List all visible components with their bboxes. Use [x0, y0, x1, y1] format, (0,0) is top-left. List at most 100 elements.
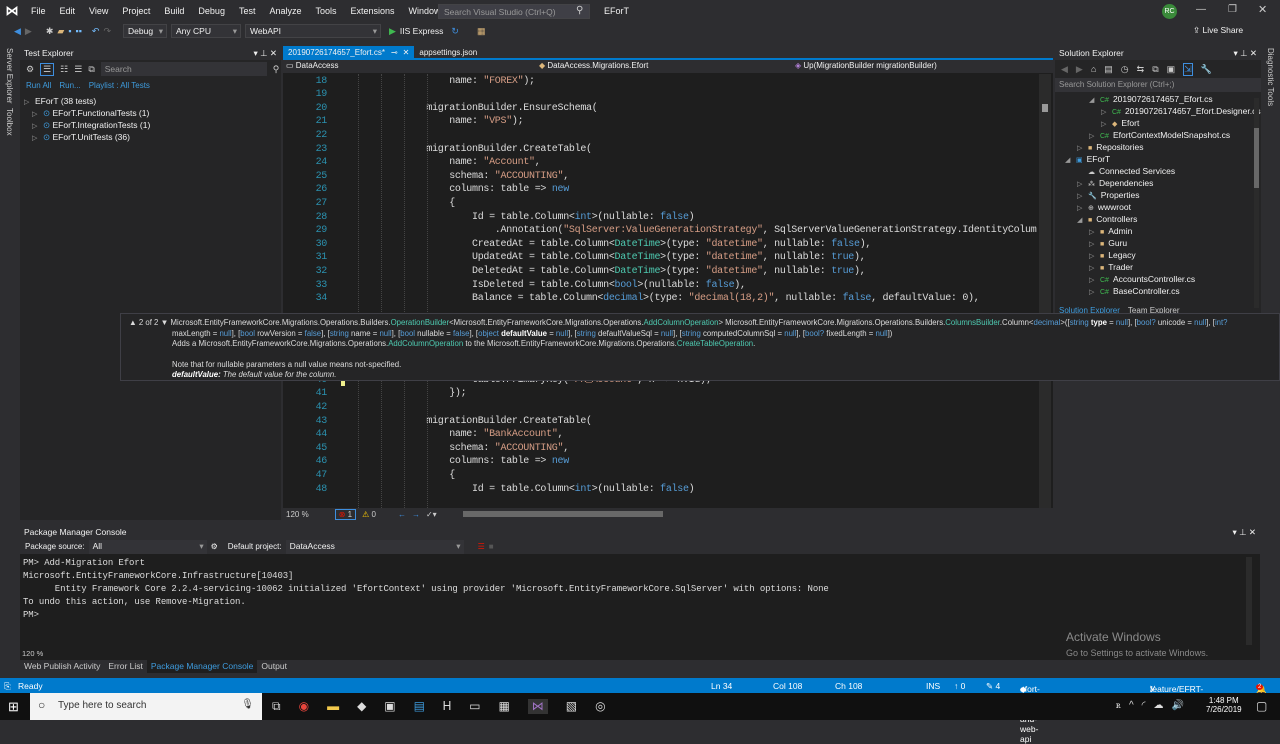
app-icon[interactable]: ▤: [414, 699, 425, 714]
close-button[interactable]: ✕: [1258, 3, 1267, 16]
code-line[interactable]: columns: table => new: [449, 456, 569, 467]
code-cleanup-icon[interactable]: ✓▾: [426, 510, 437, 519]
panel-controls[interactable]: ▾ ⊥ ✕: [253, 48, 277, 58]
startup-project-dropdown[interactable]: WebAPI: [245, 24, 381, 38]
menu-test[interactable]: Test: [232, 6, 263, 16]
toolbar-misc-icon[interactable]: ▦: [477, 26, 486, 37]
expand-arrow-icon[interactable]: ▷: [32, 133, 43, 145]
windows-start-icon[interactable]: ⊞: [8, 699, 19, 715]
task-view-icon[interactable]: ⧉: [272, 699, 281, 714]
solution-tree-item[interactable]: ▷ 🔧 Properties: [1055, 189, 1261, 201]
code-area[interactable]: 17migrationBuilder.EnsureSchema(18name: …: [283, 74, 1039, 508]
run-icon[interactable]: ▶: [389, 26, 396, 37]
stop-icon[interactable]: ■: [489, 542, 494, 551]
search-visual-studio-input[interactable]: Search Visual Studio (Ctrl+Q): [438, 4, 590, 19]
zoom-dropdown[interactable]: 120 %: [286, 510, 309, 519]
tray-chevron-icon[interactable]: ^: [1129, 700, 1134, 711]
tab-output[interactable]: Output: [257, 660, 291, 673]
maximize-button[interactable]: ❐: [1228, 4, 1237, 15]
diagnostic-tools-tab[interactable]: Diagnostic Tools: [1266, 48, 1275, 106]
sync-icon[interactable]: ⇆: [1137, 64, 1145, 75]
solution-tree-item[interactable]: ▷ ■ Admin: [1055, 225, 1261, 237]
onedrive-icon[interactable]: ☁: [1154, 700, 1164, 711]
overload-counter[interactable]: ▲ 2 of 2 ▼: [129, 318, 170, 327]
file-explorer-icon[interactable]: ▬: [327, 699, 339, 714]
back-icon[interactable]: ◀: [1061, 64, 1068, 75]
server-explorer-tab[interactable]: Server Explorer: [5, 48, 14, 104]
code-line[interactable]: });: [449, 388, 466, 399]
app-icon[interactable]: ▣: [384, 699, 395, 714]
test-search-input[interactable]: Search: [100, 62, 267, 76]
solution-tree-item[interactable]: ▷ ◆ Efort: [1055, 117, 1261, 129]
copy-icon[interactable]: ⧉: [88, 64, 94, 75]
close-tab-icon[interactable]: ✕: [403, 48, 410, 57]
code-line[interactable]: schema: "ACCOUNTING",: [449, 171, 569, 182]
code-line[interactable]: name: "BankAccount",: [449, 429, 563, 440]
chrome-icon[interactable]: ◉: [299, 699, 309, 714]
default-project-dropdown[interactable]: DataAccess: [285, 539, 464, 554]
tab-active-file[interactable]: 20190726174657_Efort.cs* ⊸ ✕: [283, 46, 415, 58]
visual-studio-taskbar-icon[interactable]: ⋈: [527, 699, 548, 714]
solution-tree-item[interactable]: ▷ ⁂ Dependencies: [1055, 177, 1261, 189]
solution-tree-item[interactable]: ☁ Connected Services: [1055, 165, 1261, 177]
solution-tree-item[interactable]: ◢ ▣ EForT: [1055, 153, 1261, 165]
people-icon[interactable]: ꭱ: [1116, 700, 1121, 711]
code-line[interactable]: schema: "ACCOUNTING",: [449, 443, 569, 454]
settings-icon[interactable]: ⚙: [211, 542, 218, 551]
error-count[interactable]: ⊗ 1: [334, 508, 357, 520]
tab-package-manager-console[interactable]: Package Manager Console: [146, 660, 258, 673]
code-line[interactable]: IsDeleted = table.Column<bool>(nullable:…: [472, 280, 746, 291]
solution-tree-item[interactable]: ▷ C# BaseController.cs: [1055, 285, 1261, 297]
menu-extensions[interactable]: Extensions: [344, 6, 402, 16]
app-icon[interactable]: ◆: [357, 699, 366, 714]
tab-file[interactable]: appsettings.json: [414, 46, 482, 58]
test-tree-item[interactable]: ▷ EForT (38 tests): [24, 95, 277, 107]
test-tree-item[interactable]: ▷ ⊙ EForT.UnitTests (36): [24, 131, 277, 143]
next-issue-icon[interactable]: →: [412, 510, 420, 519]
solution-tree-item[interactable]: ▷ ■ Guru: [1055, 237, 1261, 249]
menu-analyze[interactable]: Analyze: [262, 6, 308, 16]
live-share-button[interactable]: ⇪ Live Share: [1193, 25, 1243, 36]
panel-controls[interactable]: ▾ ⊥ ✕: [1232, 527, 1256, 537]
taskbar-search-input[interactable]: ○ Type here to search 🎙: [30, 693, 262, 720]
playlist-dropdown-link[interactable]: Playlist : All Tests: [89, 81, 150, 90]
microphone-icon[interactable]: 🎙: [241, 699, 254, 710]
avatar[interactable]: RC: [1162, 4, 1177, 19]
code-line[interactable]: {: [449, 198, 455, 209]
toolbox-tab[interactable]: Toolbox: [5, 108, 14, 136]
test-tree-item[interactable]: ▷ ⊙ EForT.FunctionalTests (1): [24, 107, 277, 119]
solution-tree-item[interactable]: ◢ C# 20190726174657_Efort.cs: [1055, 93, 1261, 105]
code-line[interactable]: CreatedAt = table.Column<DateTime>(type:…: [472, 239, 871, 250]
configuration-dropdown[interactable]: Debug: [123, 24, 167, 38]
expand-arrow-icon[interactable]: ▷: [1089, 287, 1100, 299]
code-line[interactable]: migrationBuilder.CreateTable(: [426, 144, 592, 155]
menu-edit[interactable]: Edit: [53, 6, 83, 16]
platform-dropdown[interactable]: Any CPU: [171, 24, 241, 38]
menu-file[interactable]: File: [24, 6, 53, 16]
undo-icon[interactable]: ↶: [92, 26, 100, 37]
playlist-icon[interactable]: ☰: [74, 64, 82, 75]
code-line[interactable]: migrationBuilder.CreateTable(: [426, 416, 592, 427]
test-tree-item[interactable]: ▷ ⊙ EForT.IntegrationTests (1): [24, 119, 277, 131]
home-icon[interactable]: ⌂: [1091, 64, 1096, 74]
run-dropdown-link[interactable]: Run...: [59, 81, 80, 90]
group-by-icon[interactable]: ⚙: [26, 64, 34, 75]
solution-tree-item[interactable]: ▷ ■ Trader: [1055, 261, 1261, 273]
solution-tree-item[interactable]: ◢ ■ Controllers: [1055, 213, 1261, 225]
run-all-link[interactable]: Run All: [26, 81, 51, 90]
save-icon[interactable]: ▪: [68, 26, 71, 36]
solution-tree-item[interactable]: ▷ ■ Repositories: [1055, 141, 1261, 153]
code-line[interactable]: name: "VPS");: [449, 116, 523, 127]
menu-debug[interactable]: Debug: [191, 6, 232, 16]
code-line[interactable]: Id = table.Column<int>(nullable: false): [472, 212, 695, 223]
pending-changes[interactable]: ✎ 4: [986, 681, 1000, 692]
clock[interactable]: 1:48 PM 7/26/2019: [1206, 696, 1242, 714]
code-line[interactable]: columns: table => new: [449, 184, 569, 195]
code-line[interactable]: name: "Account",: [449, 157, 541, 168]
preview-icon[interactable]: ⇲: [1183, 62, 1193, 76]
solution-search-input[interactable]: Search Solution Explorer (Ctrl+;): [1055, 78, 1261, 92]
save-all-icon[interactable]: ▪▪: [76, 26, 82, 36]
solution-tree-item[interactable]: ▷ C# 20190726174657_Efort.Designer.cs: [1055, 105, 1261, 117]
forward-icon[interactable]: ▶: [1076, 64, 1083, 75]
solution-tree-item[interactable]: ▷ ⊕ wwwroot: [1055, 201, 1261, 213]
